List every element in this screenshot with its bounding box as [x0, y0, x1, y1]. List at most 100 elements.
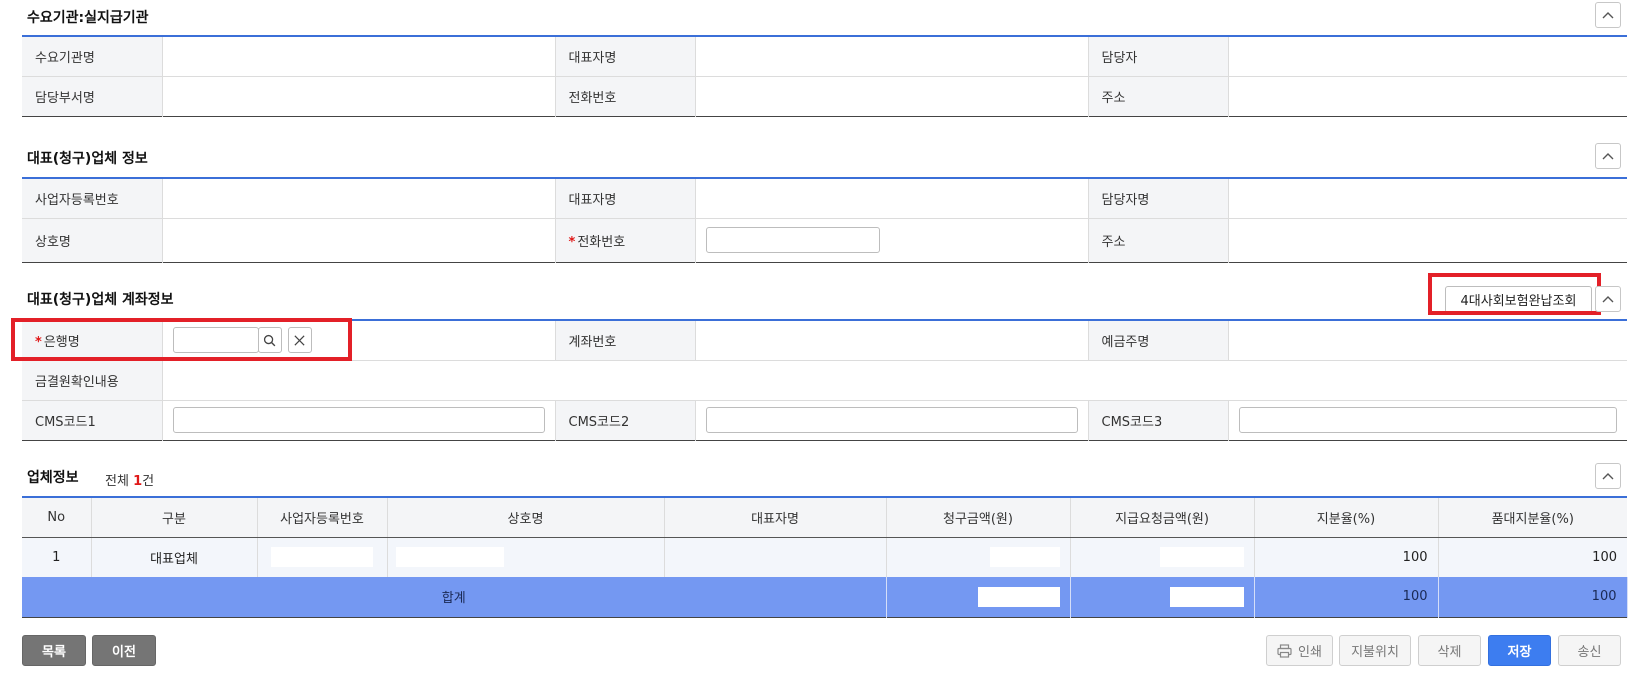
- vendor-rep-name-label: 대표자명: [555, 178, 696, 219]
- vendor-biz-no-label: 사업자등록번호: [22, 178, 163, 219]
- vendor-phone-input[interactable]: [705, 227, 880, 253]
- cell-no: 1: [22, 537, 92, 577]
- table-row[interactable]: 1 대표업체 100 100: [22, 537, 1627, 577]
- cms2-label: CMS코드2: [555, 400, 696, 440]
- account-collapse-button[interactable]: [1595, 286, 1621, 312]
- masked-value: [1169, 586, 1244, 607]
- agency-manager-label: 담당자: [1088, 36, 1229, 77]
- count-number: 1: [133, 474, 143, 489]
- printer-icon: [1277, 643, 1292, 658]
- list-button[interactable]: 목록: [22, 635, 86, 666]
- cell-goods-share: 100: [1438, 537, 1627, 577]
- col-header-share: 지분율(%): [1254, 497, 1439, 538]
- cell-rep: [664, 537, 887, 577]
- vendor-phone-cell: [695, 218, 1089, 262]
- cms1-input[interactable]: [172, 407, 545, 433]
- cms2-cell: [695, 400, 1089, 440]
- delete-button[interactable]: 삭제: [1418, 635, 1481, 666]
- col-header-type: 구분: [91, 497, 258, 538]
- demand-collapse-button[interactable]: [1595, 2, 1621, 28]
- company-table: No 구분 사업자등록번호 상호명 대표자명 청구금액(원) 지급요청금액(원)…: [22, 496, 1628, 618]
- total-request: [1070, 577, 1255, 617]
- account-no-label: 계좌번호: [555, 320, 696, 361]
- table-header-row: No 구분 사업자등록번호 상호명 대표자명 청구금액(원) 지급요청금액(원)…: [22, 497, 1627, 538]
- masked-value: [271, 547, 373, 568]
- vendor-biz-no-value: [162, 178, 556, 219]
- depositor-label: 예금주명: [1088, 320, 1229, 361]
- chevron-up-icon: [1602, 12, 1614, 19]
- agency-address-value: [1228, 76, 1627, 116]
- vendor-section-title: 대표(청구)업체 정보: [27, 151, 148, 167]
- company-count: 전체 1건: [105, 470, 154, 489]
- check-content-value: [162, 360, 1627, 401]
- masked-value: [977, 586, 1060, 607]
- vendor-collapse-button[interactable]: [1595, 143, 1621, 169]
- cms3-cell: [1228, 400, 1627, 440]
- total-label: 합계: [22, 577, 887, 617]
- check-content-label: 금결원확인내용: [22, 360, 163, 401]
- print-button[interactable]: 인쇄: [1266, 635, 1333, 666]
- vendor-company-name-value: [162, 218, 556, 262]
- vendor-manager-value: [1228, 178, 1627, 219]
- cell-type: 대표업체: [91, 537, 258, 577]
- masked-value: [395, 547, 504, 568]
- col-header-no: No: [22, 497, 92, 538]
- agency-phone-value: [695, 76, 1089, 116]
- masked-value: [989, 547, 1060, 568]
- count-suffix: 건: [142, 474, 155, 489]
- cell-request: [1070, 537, 1255, 577]
- prev-button[interactable]: 이전: [92, 635, 156, 666]
- print-button-label: 인쇄: [1298, 645, 1322, 660]
- agency-address-label: 주소: [1088, 76, 1229, 116]
- account-section-title: 대표(청구)업체 계좌정보: [27, 292, 174, 308]
- cms2-input[interactable]: [705, 407, 1078, 433]
- agency-name-value: [162, 36, 556, 77]
- cms1-cell: [162, 400, 556, 440]
- highlight-box-bank: [11, 318, 352, 361]
- cms3-label: CMS코드3: [1088, 400, 1229, 440]
- cell-claim: [886, 537, 1071, 577]
- chevron-up-icon: [1602, 153, 1614, 160]
- vendor-phone-label: * 전화번호: [555, 218, 696, 262]
- vendor-address-value: [1228, 218, 1627, 262]
- vendor-manager-label: 담당자명: [1088, 178, 1229, 219]
- required-mark: *: [568, 234, 576, 250]
- col-header-biz-no: 사업자등록번호: [257, 497, 388, 538]
- company-collapse-button[interactable]: [1595, 463, 1621, 489]
- chevron-up-icon: [1602, 473, 1614, 480]
- agency-manager-value: [1228, 36, 1627, 77]
- total-claim: [886, 577, 1071, 617]
- col-header-goods-share: 품대지분율(%): [1438, 497, 1627, 538]
- col-header-company-name: 상호명: [387, 497, 665, 538]
- vendor-rep-name-value: [695, 178, 1089, 219]
- chevron-up-icon: [1602, 296, 1614, 303]
- count-prefix: 전체: [105, 474, 129, 489]
- col-header-request: 지급요청금액(원): [1070, 497, 1255, 538]
- col-header-claim: 청구금액(원): [886, 497, 1071, 538]
- cms1-label: CMS코드1: [22, 400, 163, 440]
- cell-share: 100: [1254, 537, 1439, 577]
- vendor-phone-label-text: 전화번호: [577, 234, 626, 250]
- send-button[interactable]: 송신: [1558, 635, 1621, 666]
- total-goods-share: 100: [1438, 577, 1628, 617]
- cell-biz-no: [257, 537, 388, 577]
- save-button[interactable]: 저장: [1488, 635, 1551, 666]
- payment-location-button[interactable]: 지불위치: [1339, 635, 1411, 666]
- masked-value: [1159, 547, 1244, 568]
- vendor-company-name-label: 상호명: [22, 218, 163, 262]
- company-section-title: 업체정보: [27, 470, 79, 486]
- agency-dept-label: 담당부서명: [22, 76, 163, 116]
- agency-dept-value: [162, 76, 556, 116]
- agency-rep-name-value: [695, 36, 1089, 77]
- col-header-rep: 대표자명: [664, 497, 887, 538]
- agency-rep-name-label: 대표자명: [555, 36, 696, 77]
- total-share: 100: [1254, 577, 1439, 617]
- agency-phone-label: 전화번호: [555, 76, 696, 116]
- demand-agency-table: 수요기관명 대표자명 담당자 담당부서명 전화번호 주소: [22, 35, 1627, 117]
- agency-name-label: 수요기관명: [22, 36, 163, 77]
- total-row: 합계 100 100: [22, 577, 1628, 617]
- cms3-input[interactable]: [1238, 407, 1617, 433]
- demand-section-title: 수요기관:실지급기관: [27, 10, 149, 26]
- cell-company-name: [387, 537, 665, 577]
- vendor-info-table: 사업자등록번호 대표자명 담당자명 상호명 * 전화번호 주소: [22, 177, 1627, 263]
